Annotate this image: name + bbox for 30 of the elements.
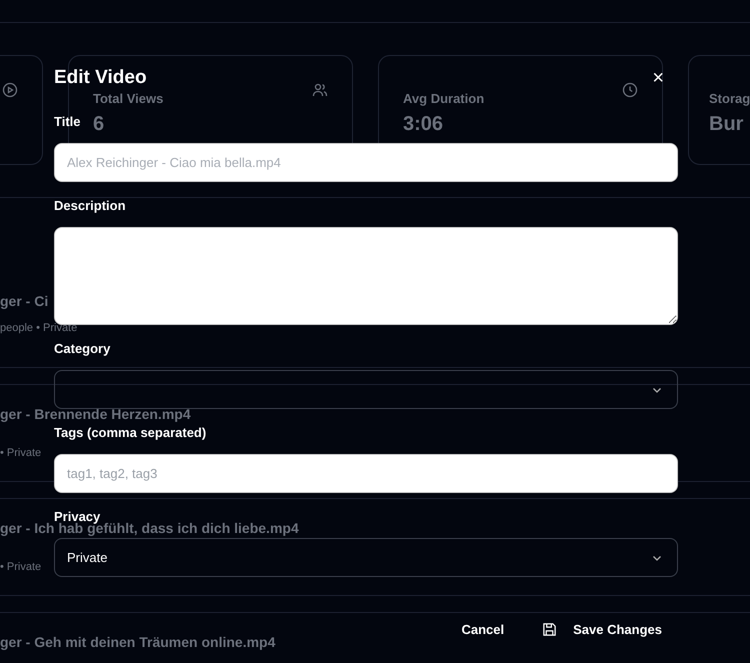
video-meta: • Private <box>0 561 42 574</box>
field-label: Tags (comma separated) <box>54 426 206 439</box>
modal-title: Edit Video <box>54 66 147 89</box>
field-label: Title <box>54 115 80 128</box>
video-title: ger - Ich hab gefühlt, dass ich dich liebe.mp4 <box>0 521 299 535</box>
stat-value: Bur <box>709 112 744 136</box>
save-button[interactable]: Save Changes <box>542 620 662 640</box>
field-label: Privacy <box>54 510 100 523</box>
stat-label: Storag <box>709 91 750 106</box>
description-field[interactable] <box>54 227 678 325</box>
play-icon <box>2 82 18 98</box>
save-icon <box>542 622 558 638</box>
video-meta: people • Private <box>0 322 78 335</box>
select-field[interactable]: Private <box>54 538 678 577</box>
stat-label: Total Views <box>93 91 164 106</box>
users-icon <box>312 82 328 98</box>
cancel-button[interactable]: Cancel <box>461 620 504 640</box>
field-label: Category <box>54 342 110 355</box>
field-label: Description <box>54 199 126 212</box>
text-field[interactable]: tag1, tag2, tag3 <box>54 454 678 493</box>
video-title: ger - Brennende Herzen.mp4 <box>0 407 191 421</box>
video-meta: • Private <box>0 447 42 460</box>
stat-value: 3:06 <box>403 112 444 136</box>
video-title: ger - Geh mit deinen Träumen online.mp4 <box>0 635 276 649</box>
stat-value: 6 <box>93 112 104 136</box>
stat-label: Avg Duration <box>403 91 484 106</box>
clock-icon <box>622 82 638 98</box>
video-title: ger - Ci <box>0 294 48 308</box>
select-field[interactable] <box>54 370 678 409</box>
close-button[interactable]: × <box>652 68 664 88</box>
